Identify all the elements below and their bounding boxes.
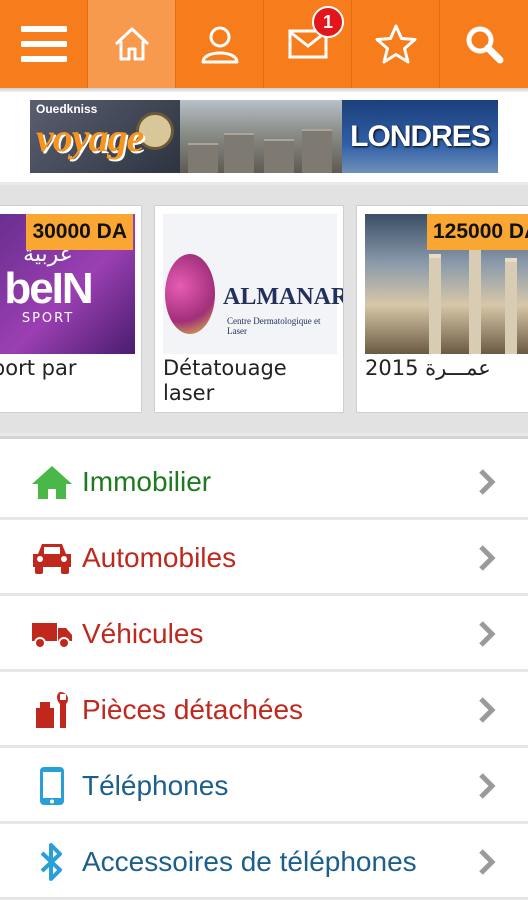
- listing-title: n sport par lité: [0, 356, 77, 380]
- category-label: Téléphones: [82, 770, 229, 801]
- car-icon: [30, 536, 74, 580]
- featured-card[interactable]: ALMANAR Centre Dermatologique et Laser D…: [154, 205, 344, 413]
- tools-icon: [30, 688, 74, 732]
- listing-title: Détatouage laser: [163, 356, 287, 405]
- star-icon: [375, 24, 416, 64]
- messages-tab[interactable]: 1: [264, 0, 352, 88]
- featured-card[interactable]: 125000 DA 2015 عمـــرة: [356, 205, 528, 413]
- chevron-right-icon: [474, 769, 500, 803]
- search-icon: [466, 26, 504, 64]
- category-label: Accessoires de téléphones: [82, 846, 417, 877]
- house-icon: [30, 460, 74, 504]
- top-navigation-bar: 1: [0, 0, 528, 88]
- home-tab[interactable]: [88, 0, 176, 88]
- featured-carousel[interactable]: عربية beIN SPORT 30000 DA n sport par li…: [0, 185, 528, 433]
- banner-london-panel: LONDRES: [342, 100, 498, 173]
- home-icon: [114, 27, 149, 61]
- listing-title: 2015 عمـــرة: [365, 356, 491, 380]
- truck-icon: [30, 612, 74, 656]
- promo-banner[interactable]: Ouedkniss voyage LONDRES: [30, 100, 498, 173]
- featured-card[interactable]: عربية beIN SPORT 30000 DA n sport par li…: [0, 205, 142, 413]
- banner-city-photo: [180, 100, 342, 173]
- category-label: Pièces détachées: [82, 694, 304, 725]
- smartphone-icon: [30, 764, 74, 808]
- category-item-pieces-detachees[interactable]: Pièces détachées: [0, 675, 528, 748]
- banner-title: voyage: [36, 115, 144, 160]
- chevron-right-icon: [474, 845, 500, 879]
- price-badge: 30000 DA: [26, 214, 133, 250]
- category-list: Immobilier Automobiles Véhicules Pièces …: [0, 436, 528, 900]
- category-label: Automobiles: [82, 542, 237, 573]
- menu-button[interactable]: [0, 0, 88, 88]
- promo-banner-container: Ouedkniss voyage LONDRES: [0, 92, 528, 182]
- account-tab[interactable]: [176, 0, 264, 88]
- category-label: Véhicules: [82, 618, 204, 649]
- category-item-vehicules[interactable]: Véhicules: [0, 599, 528, 672]
- chevron-right-icon: [474, 693, 500, 727]
- category-item-telephones[interactable]: Téléphones: [0, 751, 528, 824]
- menu-icon: [20, 26, 67, 62]
- category-item-immobilier[interactable]: Immobilier: [0, 447, 528, 520]
- chevron-right-icon: [474, 541, 500, 575]
- banner-voyage-panel: Ouedkniss voyage: [30, 100, 180, 173]
- logo-swirl-graphic: [165, 254, 215, 334]
- user-icon: [201, 26, 238, 64]
- category-item-accessoires-telephones[interactable]: Accessoires de téléphones: [0, 827, 528, 900]
- chevron-right-icon: [474, 465, 500, 499]
- chevron-right-icon: [474, 617, 500, 651]
- banner-city: LONDRES: [350, 119, 491, 153]
- bluetooth-icon: [30, 840, 74, 884]
- listing-image: ALMANAR Centre Dermatologique et Laser: [163, 214, 343, 354]
- category-item-automobiles[interactable]: Automobiles: [0, 523, 528, 596]
- favorites-tab[interactable]: [352, 0, 440, 88]
- search-tab[interactable]: [440, 0, 528, 88]
- notification-badge: 1: [312, 6, 344, 38]
- category-label: Immobilier: [82, 466, 212, 497]
- price-badge: 125000 DA: [427, 214, 528, 250]
